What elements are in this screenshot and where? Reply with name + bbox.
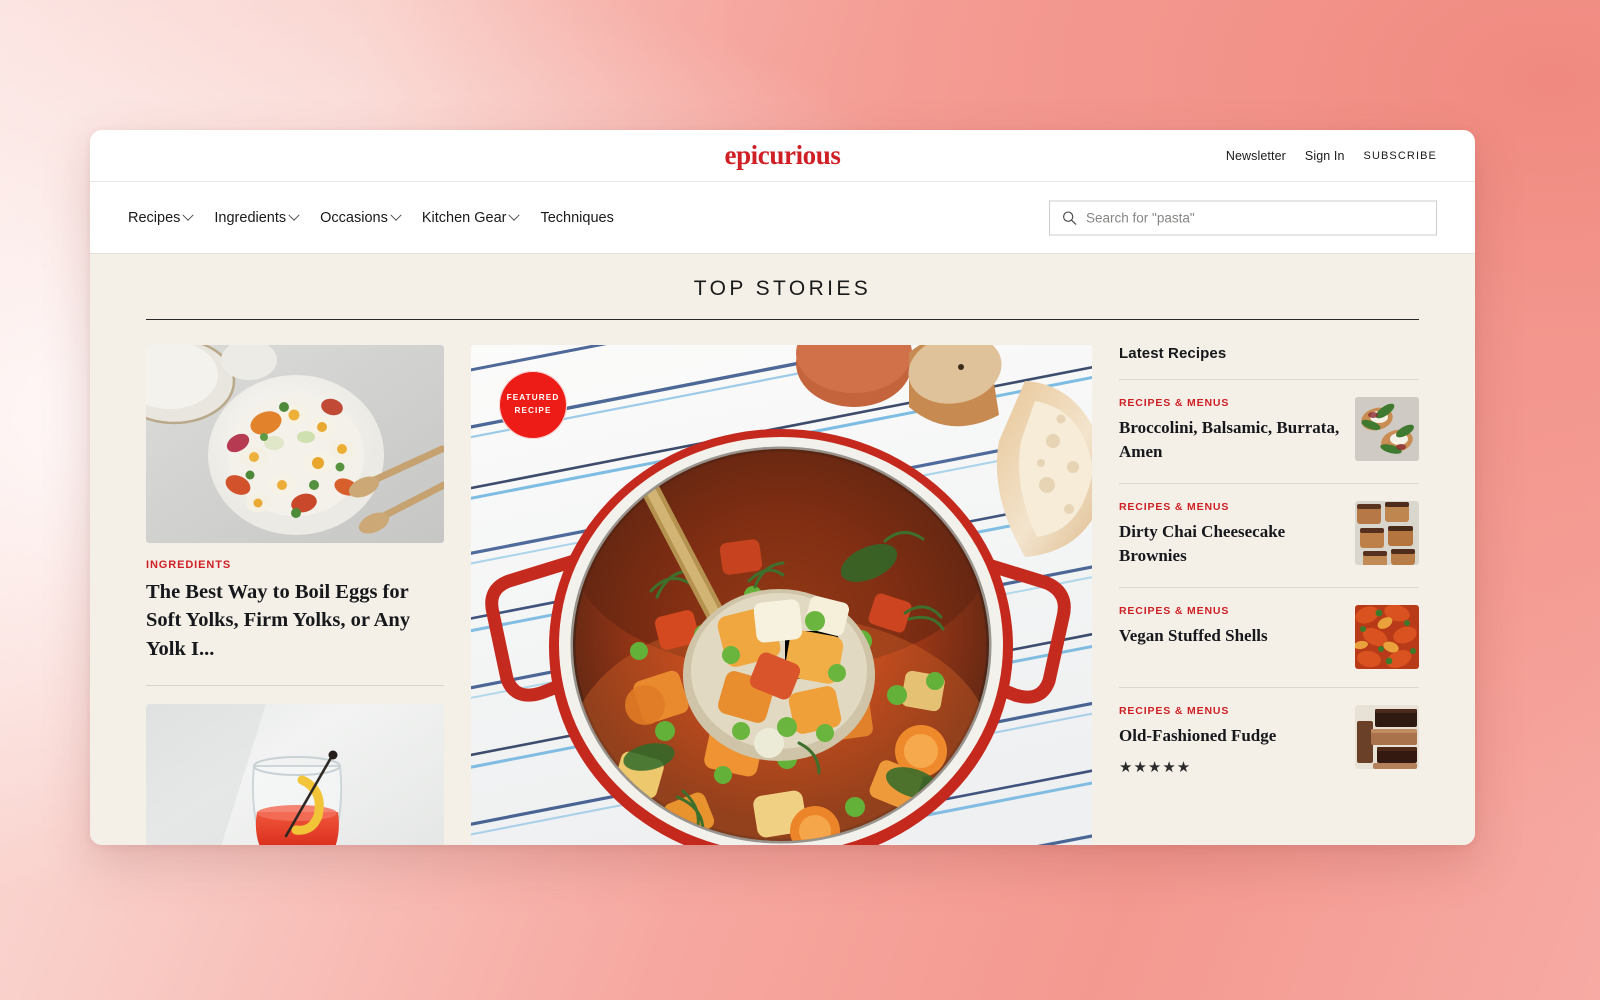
page-title: TOP STORIES xyxy=(693,277,872,300)
story-kicker: INGREDIENTS xyxy=(146,559,232,571)
search-box[interactable] xyxy=(1049,200,1437,235)
search-icon xyxy=(1062,210,1077,225)
rail-item-headline[interactable]: Old-Fashioned Fudge xyxy=(1119,724,1341,748)
nav-item-techniques[interactable]: Techniques xyxy=(540,210,613,226)
section-divider xyxy=(146,319,1419,320)
subscribe-link[interactable]: SUBSCRIBE xyxy=(1364,150,1437,162)
egg-salad-photo[interactable] xyxy=(146,345,444,543)
stuffed-shells-thumb[interactable] xyxy=(1355,604,1419,669)
left-story-column: INGREDIENTS The Best Way to Boil Eggs fo… xyxy=(146,345,444,845)
newsletter-link[interactable]: Newsletter xyxy=(1226,149,1286,163)
chai-brownies-thumb[interactable] xyxy=(1355,500,1419,565)
rail-item-text: RECIPES & MENUS Old-Fashioned Fudge ★★★★… xyxy=(1119,705,1341,776)
chevron-down-icon xyxy=(508,209,521,221)
search-input[interactable] xyxy=(1086,210,1424,225)
nav-item-ingredients[interactable]: Ingredients xyxy=(214,209,300,226)
epicurious-logo[interactable]: epicurious xyxy=(724,140,840,171)
nav-item-label: Occasions xyxy=(320,209,388,226)
list-item[interactable]: RECIPES & MENUS Vegan Stuffed Shells xyxy=(1119,588,1419,687)
chevron-down-icon xyxy=(390,209,402,221)
story-headline[interactable]: The Best Way to Boil Eggs for Soft Yolks… xyxy=(146,578,444,663)
nav-item-kitchen-gear[interactable]: Kitchen Gear xyxy=(421,209,521,226)
primary-navigation-bar: Recipes Ingredients Occasions Kitchen Ge… xyxy=(90,181,1475,254)
chevron-down-icon xyxy=(182,209,195,221)
fudge-thumb[interactable] xyxy=(1355,704,1419,769)
primary-nav: Recipes Ingredients Occasions Kitchen Ge… xyxy=(128,209,614,226)
rail-item-headline[interactable]: Vegan Stuffed Shells xyxy=(1119,624,1341,648)
featured-story-column: FEATURED RECIPE xyxy=(471,345,1092,845)
rail-item-headline[interactable]: Dirty Chai Cheesecake Brownies xyxy=(1119,520,1341,569)
rail-item-kicker: RECIPES & MENUS xyxy=(1119,704,1230,717)
nav-item-label: Techniques xyxy=(540,209,614,226)
rail-item-text: RECIPES & MENUS Broccolini, Balsamic, Bu… xyxy=(1119,397,1341,465)
latest-recipes-rail: Latest Recipes RECIPES & MENUS Broccolin… xyxy=(1119,345,1419,794)
chevron-down-icon xyxy=(288,209,300,221)
rail-item-kicker: RECIPES & MENUS xyxy=(1119,604,1230,617)
nav-item-occasions[interactable]: Occasions xyxy=(320,209,402,226)
site-masthead: epicurious Newsletter Sign In SUBSCRIBE xyxy=(90,130,1475,181)
sign-in-link[interactable]: Sign In xyxy=(1305,149,1345,163)
featured-badge-line1: FEATURED xyxy=(506,393,560,403)
rail-title: Latest Recipes xyxy=(1119,345,1227,362)
rail-item-headline[interactable]: Broccolini, Balsamic, Burrata, Amen xyxy=(1119,416,1341,465)
page-body: TOP STORIES INGREDIENTS The Best Way to … xyxy=(90,254,1475,845)
featured-recipe-badge[interactable]: FEATURED RECIPE xyxy=(499,371,567,439)
top-stories-grid: INGREDIENTS The Best Way to Boil Eggs fo… xyxy=(146,345,1419,845)
status-badge: ★★★★★ xyxy=(1119,759,1192,777)
cocktail-photo[interactable] xyxy=(146,703,444,845)
story-card-eggs[interactable]: INGREDIENTS The Best Way to Boil Eggs fo… xyxy=(146,345,444,663)
vegetable-soup-photo[interactable]: FEATURED RECIPE xyxy=(471,345,1092,845)
nav-item-label: Recipes xyxy=(128,209,181,226)
featured-badge-line2: RECIPE xyxy=(514,406,552,415)
nav-item-label: Kitchen Gear xyxy=(421,209,507,226)
story-card-cocktail[interactable] xyxy=(146,703,444,845)
rail-item-text: RECIPES & MENUS Dirty Chai Cheesecake Br… xyxy=(1119,501,1341,569)
nav-item-label: Ingredients xyxy=(214,209,287,226)
rail-item-kicker: RECIPES & MENUS xyxy=(1119,397,1230,409)
nav-item-recipes[interactable]: Recipes xyxy=(128,209,195,226)
rail-item-kicker: RECIPES & MENUS xyxy=(1119,500,1230,513)
browser-window: epicurious Newsletter Sign In SUBSCRIBE … xyxy=(90,130,1475,845)
list-item[interactable]: RECIPES & MENUS Old-Fashioned Fudge ★★★★… xyxy=(1119,688,1419,794)
masthead-utility-nav: Newsletter Sign In SUBSCRIBE xyxy=(1226,149,1437,163)
list-item[interactable]: RECIPES & MENUS Broccolini, Balsamic, Bu… xyxy=(1119,380,1419,483)
list-item[interactable]: RECIPES & MENUS Dirty Chai Cheesecake Br… xyxy=(1119,484,1419,587)
broccolini-burrata-thumb[interactable] xyxy=(1355,397,1419,461)
left-column-divider xyxy=(146,684,444,686)
rail-item-text: RECIPES & MENUS Vegan Stuffed Shells xyxy=(1119,605,1341,648)
